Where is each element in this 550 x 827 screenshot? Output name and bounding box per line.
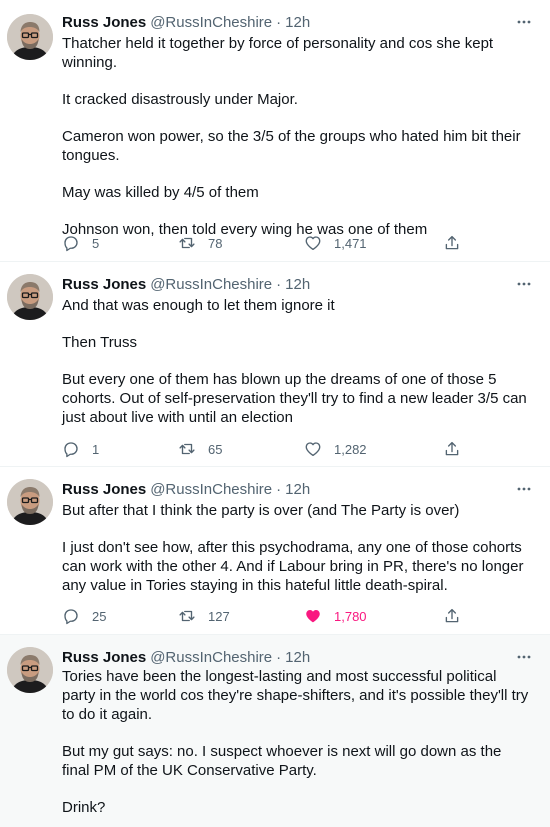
tweet-text: But after that I think the party is over… <box>62 501 532 595</box>
tweet-paragraph: Cameron won power, so the 3/5 of the gro… <box>62 128 525 164</box>
tweet-paragraph: I just don't see how, after this psychod… <box>62 539 528 594</box>
avatar[interactable] <box>7 14 53 60</box>
retweet-count: 78 <box>208 235 223 251</box>
retweet-button[interactable]: 127 <box>178 607 230 625</box>
separator: · <box>276 275 282 293</box>
like-icon <box>304 440 322 458</box>
reply-button[interactable]: 25 <box>62 607 106 625</box>
more-icon[interactable] <box>514 479 534 499</box>
like-count: 1,282 <box>334 441 367 457</box>
tweet-paragraph: But every one of them has blown up the d… <box>62 371 531 426</box>
author-name[interactable]: Russ Jones <box>62 14 146 31</box>
like-icon <box>304 234 322 252</box>
tweet-header: Russ Jones @RussInCheshire · 12h <box>62 647 534 667</box>
retweet-count: 127 <box>208 608 230 624</box>
author-name[interactable]: Russ Jones <box>62 649 146 666</box>
share-icon <box>443 607 461 625</box>
reply-count: 25 <box>92 608 107 624</box>
reply-icon <box>62 234 80 252</box>
more-icon[interactable] <box>514 647 534 667</box>
like-count: 1,471 <box>334 235 367 251</box>
tweet-text: And that was enough to let them ignore i… <box>62 296 532 427</box>
tweet-actions: 25 127 1,780 <box>62 606 472 626</box>
reply-button[interactable]: 5 <box>62 234 99 252</box>
timestamp[interactable]: 12h <box>285 276 310 293</box>
tweet-paragraph: May was killed by 4/5 of them <box>62 184 259 201</box>
tweet-paragraph: And that was enough to let them ignore i… <box>62 297 335 314</box>
more-icon[interactable] <box>514 274 534 294</box>
separator: · <box>276 13 282 31</box>
author-handle[interactable]: @RussInCheshire <box>150 276 272 293</box>
tweet-paragraph: Drink? <box>62 799 106 816</box>
author-handle[interactable]: @RussInCheshire <box>150 649 272 666</box>
tweet[interactable]: Russ Jones @RussInCheshire · 12h But aft… <box>0 467 550 635</box>
tweet-text: Thatcher held it together by force of pe… <box>62 34 532 239</box>
retweet-count: 65 <box>208 441 223 457</box>
like-icon <box>304 607 322 625</box>
author-name[interactable]: Russ Jones <box>62 481 146 498</box>
retweet-button[interactable]: 65 <box>178 440 222 458</box>
retweet-icon <box>178 440 196 458</box>
tweet[interactable]: Russ Jones @RussInCheshire · 12h Thatche… <box>0 0 550 262</box>
retweet-icon <box>178 234 196 252</box>
timestamp[interactable]: 12h <box>285 14 310 31</box>
like-button[interactable]: 1,282 <box>304 440 367 458</box>
tweet-paragraph: Thatcher held it together by force of pe… <box>62 35 498 71</box>
reply-count: 1 <box>92 441 100 457</box>
tweet-paragraph: Tories have been the longest-lasting and… <box>62 668 533 723</box>
like-button[interactable]: 1,471 <box>304 234 367 252</box>
tweet[interactable]: Russ Jones @RussInCheshire · 12h Tories … <box>0 635 550 827</box>
tweet-header: Russ Jones @RussInCheshire · 12h <box>62 479 534 499</box>
timestamp[interactable]: 12h <box>285 481 310 498</box>
share-button[interactable] <box>443 234 461 252</box>
avatar[interactable] <box>7 274 53 320</box>
separator: · <box>276 648 282 666</box>
share-button[interactable] <box>443 440 461 458</box>
retweet-icon <box>178 607 196 625</box>
tweet[interactable]: Russ Jones @RussInCheshire · 12h And tha… <box>0 262 550 467</box>
share-button[interactable] <box>443 607 461 625</box>
tweet-header: Russ Jones @RussInCheshire · 12h <box>62 12 534 32</box>
tweet-paragraph: It cracked disastrously under Major. <box>62 91 298 108</box>
author-name[interactable]: Russ Jones <box>62 276 146 293</box>
like-count: 1,780 <box>334 608 367 624</box>
reply-count: 5 <box>92 235 100 251</box>
tweet-paragraph: But after that I think the party is over… <box>62 502 460 519</box>
reply-icon <box>62 440 80 458</box>
tweet-paragraph: Then Truss <box>62 334 138 351</box>
more-icon[interactable] <box>514 12 534 32</box>
tweet-actions: 5 78 1,471 <box>62 233 472 253</box>
tweet-paragraph: But my gut says: no. I suspect whoever i… <box>62 743 506 779</box>
author-handle[interactable]: @RussInCheshire <box>150 481 272 498</box>
timestamp[interactable]: 12h <box>285 649 310 666</box>
share-icon <box>443 234 461 252</box>
share-icon <box>443 440 461 458</box>
author-handle[interactable]: @RussInCheshire <box>150 14 272 31</box>
tweet-text: Tories have been the longest-lasting and… <box>62 667 532 817</box>
tweet-actions: 1 65 1,282 <box>62 439 472 459</box>
retweet-button[interactable]: 78 <box>178 234 222 252</box>
avatar[interactable] <box>7 647 53 693</box>
reply-button[interactable]: 1 <box>62 440 99 458</box>
like-button[interactable]: 1,780 <box>304 607 367 625</box>
avatar[interactable] <box>7 479 53 525</box>
reply-icon <box>62 607 80 625</box>
separator: · <box>276 480 282 498</box>
tweet-header: Russ Jones @RussInCheshire · 12h <box>62 274 534 294</box>
